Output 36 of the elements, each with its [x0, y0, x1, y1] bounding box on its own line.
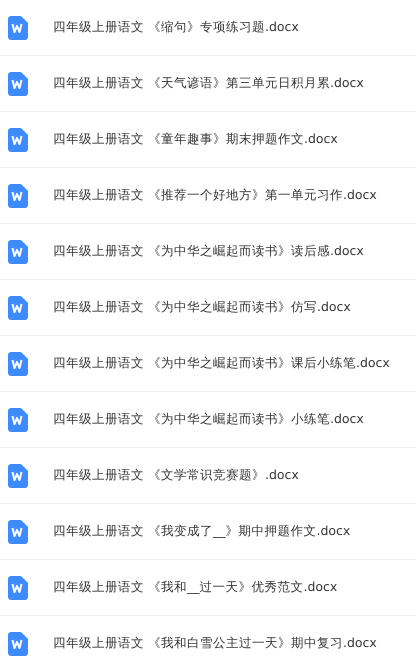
document-icon: [8, 352, 28, 376]
file-name: 四年级上册语文 《为中华之崛起而读书》课后小练笔.docx: [53, 355, 390, 372]
file-item[interactable]: 四年级上册语文 《为中华之崛起而读书》小练笔.docx: [0, 392, 416, 448]
file-name: 四年级上册语文 《童年趣事》期末押题作文.docx: [53, 131, 338, 148]
document-icon: [8, 464, 28, 488]
document-icon: [8, 520, 28, 544]
file-item[interactable]: 四年级上册语文 《为中华之崛起而读书》课后小练笔.docx: [0, 336, 416, 392]
file-item[interactable]: 四年级上册语文 《我和__过一天》优秀范文.docx: [0, 560, 416, 616]
document-icon: [8, 72, 28, 96]
document-icon: [8, 408, 28, 432]
file-item[interactable]: 四年级上册语文 《缩句》专项练习题.docx: [0, 0, 416, 56]
document-icon: [8, 632, 28, 656]
file-name: 四年级上册语文 《我和白雪公主过一天》期中复习.docx: [53, 635, 377, 652]
document-icon: [8, 16, 28, 40]
document-icon: [8, 576, 28, 600]
file-item[interactable]: 四年级上册语文 《童年趣事》期末押题作文.docx: [0, 112, 416, 168]
file-name: 四年级上册语文 《我变成了__》期中押题作文.docx: [53, 523, 350, 540]
file-item[interactable]: 四年级上册语文 《为中华之崛起而读书》读后感.docx: [0, 224, 416, 280]
file-item[interactable]: 四年级上册语文 《为中华之崛起而读书》仿写.docx: [0, 280, 416, 336]
file-name: 四年级上册语文 《推荐一个好地方》第一单元习作.docx: [53, 187, 377, 204]
file-name: 四年级上册语文 《为中华之崛起而读书》读后感.docx: [53, 243, 364, 260]
file-item[interactable]: 四年级上册语文 《我和白雪公主过一天》期中复习.docx: [0, 616, 416, 660]
file-name: 四年级上册语文 《我和__过一天》优秀范文.docx: [53, 579, 338, 596]
file-name: 四年级上册语文 《天气谚语》第三单元日积月累.docx: [53, 75, 364, 92]
file-item[interactable]: 四年级上册语文 《推荐一个好地方》第一单元习作.docx: [0, 168, 416, 224]
document-icon: [8, 240, 28, 264]
file-name: 四年级上册语文 《文学常识竞赛题》.docx: [53, 467, 299, 484]
document-icon: [8, 296, 28, 320]
file-name: 四年级上册语文 《为中华之崛起而读书》小练笔.docx: [53, 411, 364, 428]
file-name: 四年级上册语文 《缩句》专项练习题.docx: [53, 19, 299, 36]
file-item[interactable]: 四年级上册语文 《天气谚语》第三单元日积月累.docx: [0, 56, 416, 112]
document-icon: [8, 128, 28, 152]
file-name: 四年级上册语文 《为中华之崛起而读书》仿写.docx: [53, 299, 351, 316]
document-icon: [8, 184, 28, 208]
file-item[interactable]: 四年级上册语文 《我变成了__》期中押题作文.docx: [0, 504, 416, 560]
file-item[interactable]: 四年级上册语文 《文学常识竞赛题》.docx: [0, 448, 416, 504]
